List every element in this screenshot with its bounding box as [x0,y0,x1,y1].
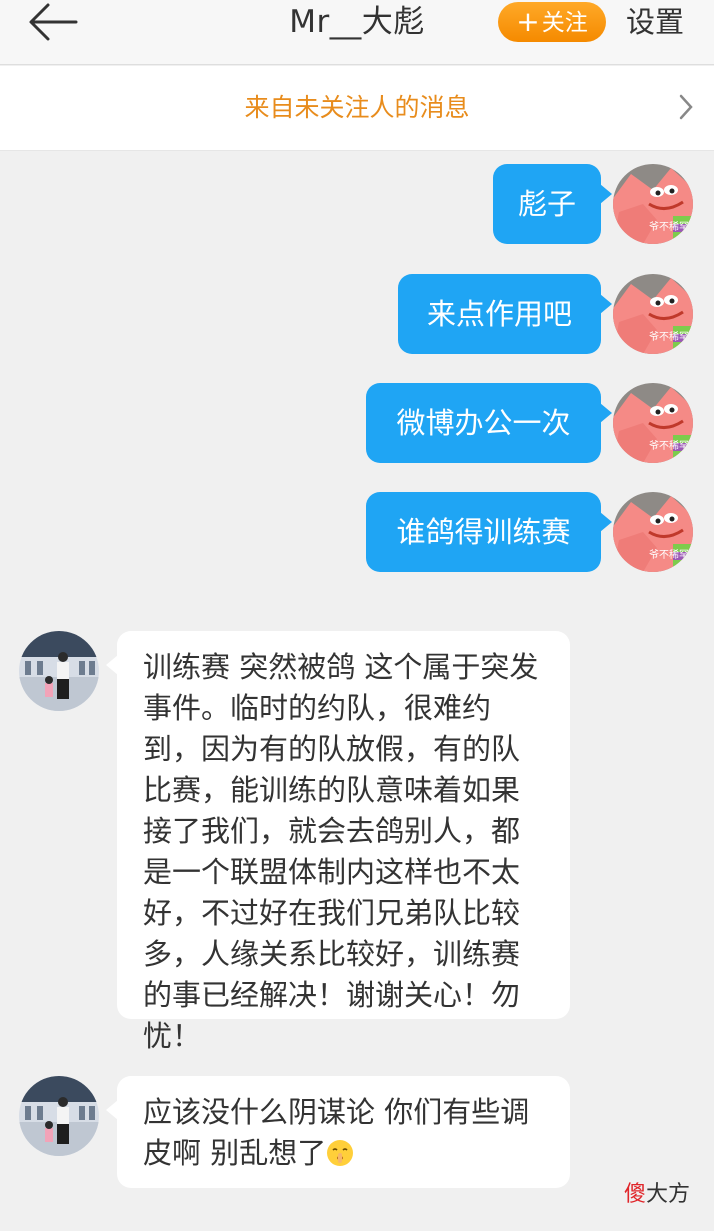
avatar-caption: 爷不稀罕 [649,439,689,452]
follow-button[interactable]: +关注 [498,2,606,42]
avatar-caption: 爷不稀罕 [649,548,689,561]
top-bar: Mr__大彪 +关注 设置 [0,0,714,65]
my-avatar[interactable]: 爷不稀罕 [613,492,693,572]
plus-icon: + [516,5,540,38]
follow-label: 关注 [541,10,588,36]
settings-button[interactable]: 设置 [626,2,684,42]
my-avatar[interactable]: 爷不稀罕 [613,164,693,244]
conversation-title: Mr__大彪 [289,4,425,40]
sent-message-bubble[interactable]: 彪子 [493,164,612,244]
sent-message-bubble[interactable]: 来点作用吧 [398,274,612,354]
chevron-right-icon [679,94,693,120]
sent-message-bubble[interactable]: 微博办公一次 [366,383,612,463]
notice-text: 来自未关注人的消息 [244,93,470,122]
unfollowed-message-notice[interactable]: 来自未关注人的消息 [0,66,714,151]
received-message-bubble[interactable]: 训练赛 突然被鸽 这个属于突发事件。临时的约队，很难约到，因为有的队放假，有的队… [106,631,570,1053]
avatar-caption: 爷不稀罕 [649,330,689,343]
back-arrow-icon[interactable] [26,2,82,42]
received-message-bubble[interactable]: 应该没什么阴谋论 你们有些调皮啊 别乱想了 [106,1076,570,1188]
my-avatar[interactable]: 爷不稀罕 [613,383,693,463]
my-avatar[interactable]: 爷不稀罕 [613,274,693,354]
shushing-face-emoji [327,1140,354,1166]
avatar-caption: 爷不稀罕 [649,220,689,233]
watermark: 傻大方 [624,1182,691,1207]
sender-avatar[interactable] [19,1076,99,1156]
sender-avatar[interactable] [19,631,99,711]
sent-message-bubble[interactable]: 谁鸽得训练赛 [366,492,612,572]
